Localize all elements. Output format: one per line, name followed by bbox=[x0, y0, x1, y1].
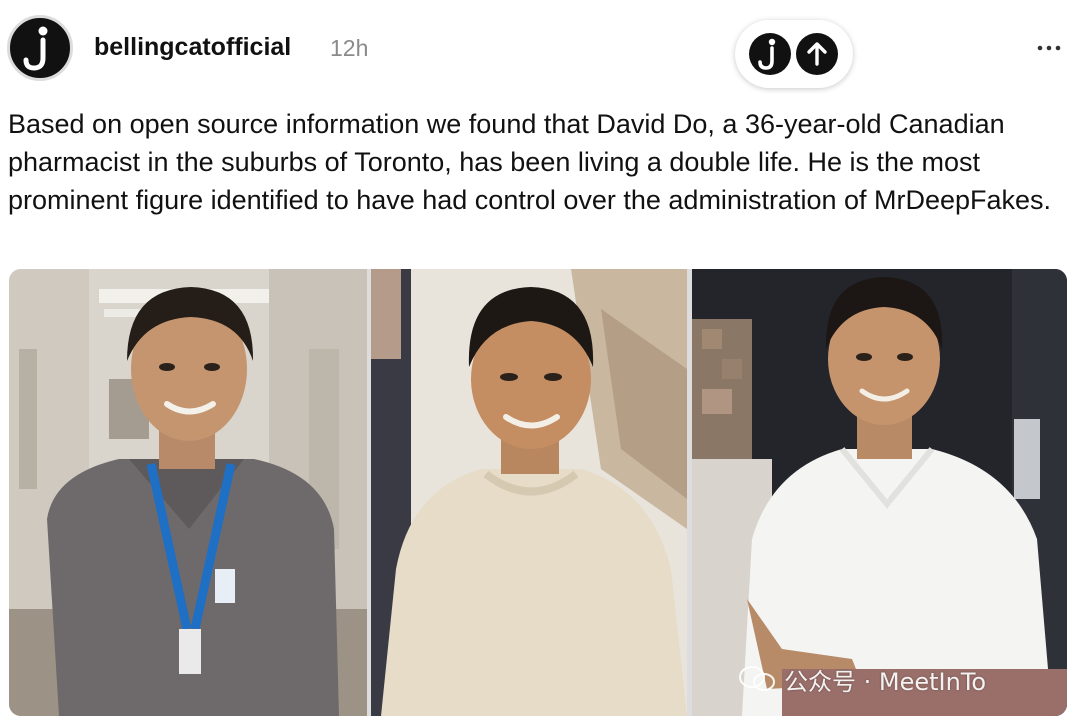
author-username[interactable]: bellingcatofficial bbox=[94, 33, 291, 62]
photo-carousel[interactable] bbox=[9, 269, 1067, 716]
arrow-up-icon[interactable] bbox=[796, 33, 838, 75]
bellingcat-logo-icon[interactable] bbox=[749, 33, 791, 75]
wechat-icon bbox=[738, 665, 778, 693]
post-caption: Based on open source information we foun… bbox=[8, 109, 1052, 215]
post-header: bellingcatofficial 12h bbox=[0, 0, 1080, 100]
photo-hallway[interactable] bbox=[9, 269, 367, 716]
bellingcat-logo-icon bbox=[23, 26, 48, 71]
watermark: 公众号 · MeetInTo bbox=[738, 662, 1068, 696]
more-options-icon[interactable] bbox=[1032, 32, 1068, 56]
photo-tshirt[interactable] bbox=[692, 269, 1067, 716]
photo-sweater[interactable] bbox=[371, 269, 687, 716]
follow-share-pill[interactable] bbox=[735, 20, 853, 88]
watermark-text: 公众号 · MeetInTo bbox=[784, 668, 987, 696]
post-timestamp: 12h bbox=[330, 35, 369, 61]
author-avatar[interactable] bbox=[7, 15, 73, 81]
